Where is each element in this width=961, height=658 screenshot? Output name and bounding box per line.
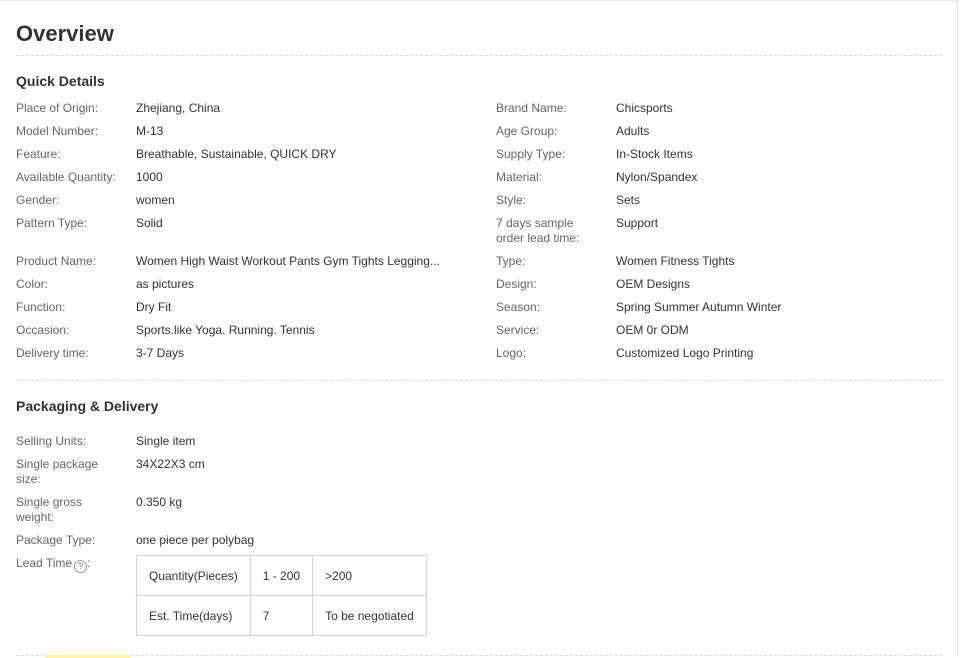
detail-value: 1000 <box>136 170 163 184</box>
packaging-value: 34X22X3 cm <box>136 457 205 471</box>
detail-label: Age Group: <box>496 124 558 138</box>
detail-label: Supply Type: <box>496 147 566 161</box>
packaging-label: Single gross weight: <box>16 495 83 524</box>
detail-value: Solid <box>136 216 163 230</box>
detail-label: Brand Name: <box>496 101 567 115</box>
detail-value: Zhejiang, China <box>136 101 221 115</box>
detail-label: Logo: <box>496 346 527 360</box>
help-icon[interactable]: ? <box>74 560 88 573</box>
detail-label: Design: <box>496 277 537 291</box>
table-cell: To be negotiated <box>312 595 427 636</box>
detail-value: OEM Designs <box>616 277 691 291</box>
lead-time-label: Lead Time?: <box>16 556 91 573</box>
detail-label: Material: <box>496 170 543 184</box>
divider <box>16 655 942 656</box>
detail-value: Adults <box>616 124 650 138</box>
detail-label: Occasion: <box>16 323 70 337</box>
detail-label: Available Quantity: <box>16 170 116 184</box>
detail-label: Style: <box>496 193 527 207</box>
overview-panel: Overview Quick Details Place of Origin: … <box>0 0 958 658</box>
detail-label: Function: <box>16 300 66 314</box>
detail-value: Customized Logo Printing <box>616 346 754 360</box>
detail-value: Sports.like Yoga. Running. Tennis <box>136 323 315 337</box>
detail-value: OEM 0r ODM <box>616 323 689 337</box>
detail-value: M-13 <box>136 124 164 138</box>
detail-label: Delivery time: <box>16 346 89 360</box>
detail-label: Model Number: <box>16 124 99 138</box>
detail-label: 7 days sample order lead time: <box>496 216 580 245</box>
detail-value: Spring Summer Autumn Winter <box>616 300 782 314</box>
quick-details-heading: Quick Details <box>16 73 105 89</box>
table-cell: 1 - 200 <box>249 555 314 596</box>
detail-value: Breathable, Sustainable, QUICK DRY <box>136 147 337 161</box>
detail-label: Color: <box>16 277 49 291</box>
packaging-value: 0.350 kg <box>136 495 183 509</box>
detail-label: Feature: <box>16 147 61 161</box>
packaging-label: Package Type: <box>16 533 96 547</box>
divider <box>16 55 942 56</box>
detail-value: as pictures <box>136 277 195 291</box>
detail-value: 3-7 Days <box>136 346 185 360</box>
packaging-value: Single item <box>136 434 196 448</box>
detail-value: women <box>136 193 175 207</box>
detail-value: In-Stock Items <box>616 147 693 161</box>
packaging-heading: Packaging & Delivery <box>16 398 159 414</box>
lead-time-table: Quantity(Pieces) 1 - 200 >200 Est. Time(… <box>136 555 427 636</box>
detail-label: Service: <box>496 323 540 337</box>
page-title: Overview <box>16 21 114 46</box>
table-cell: 7 <box>249 595 314 636</box>
detail-label: Pattern Type: <box>16 216 88 230</box>
detail-value: Chicsports <box>616 101 673 115</box>
detail-value: Nylon/Spandex <box>616 170 698 184</box>
table-row: Quantity(Pieces) 1 - 200 >200 <box>136 555 427 596</box>
divider <box>16 380 942 381</box>
detail-label: Gender: <box>16 193 60 207</box>
detail-label: Season: <box>496 300 541 314</box>
detail-value: Women High Waist Workout Pants Gym Tight… <box>136 254 440 268</box>
detail-value: Sets <box>616 193 641 207</box>
detail-label: Place of Origin: <box>16 101 99 115</box>
detail-label: Product Name: <box>16 254 97 268</box>
packaging-label: Selling Units: <box>16 434 87 448</box>
table-cell: Est. Time(days) <box>136 595 251 636</box>
packaging-label: Single package size: <box>16 457 99 486</box>
lead-time-label-text: Lead Time <box>16 556 73 570</box>
detail-label: Type: <box>496 254 526 268</box>
detail-value: Support <box>616 216 659 230</box>
detail-value: Dry Fit <box>136 300 172 314</box>
table-cell: Quantity(Pieces) <box>136 555 251 596</box>
detail-value: Women Fitness Tights <box>616 254 735 268</box>
packaging-value: one piece per polybag <box>136 533 255 547</box>
table-cell: >200 <box>312 555 427 596</box>
table-row: Est. Time(days) 7 To be negotiated <box>136 595 427 636</box>
